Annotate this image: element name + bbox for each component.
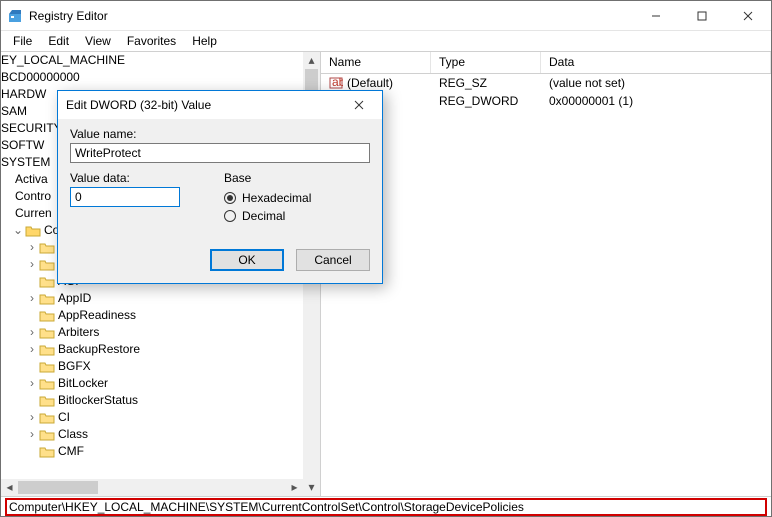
chevron-down-icon[interactable]: ⌄	[11, 222, 25, 239]
folder-icon	[39, 411, 55, 425]
menu-view[interactable]: View	[77, 32, 119, 50]
cancel-button[interactable]: Cancel	[296, 249, 370, 271]
titlebar[interactable]: Registry Editor	[1, 1, 771, 31]
folder-icon	[39, 326, 55, 340]
chevron-right-icon[interactable]: ›	[25, 256, 39, 273]
chevron-right-icon[interactable]: ›	[25, 239, 39, 256]
tree-item[interactable]: BCD00000000	[1, 69, 303, 86]
menu-file[interactable]: File	[5, 32, 40, 50]
column-name[interactable]: Name	[321, 52, 431, 73]
list-header: Name Type Data	[321, 52, 771, 74]
status-path: Computer\HKEY_LOCAL_MACHINE\SYSTEM\Curre…	[9, 500, 524, 514]
svg-text:ab: ab	[332, 76, 343, 89]
value-name-input[interactable]	[70, 143, 370, 163]
close-button[interactable]	[725, 1, 771, 31]
tree-item[interactable]: BitlockerStatus	[1, 392, 303, 409]
value-data: 0x00000001 (1)	[541, 94, 771, 108]
folder-icon	[39, 445, 55, 459]
folder-icon	[39, 360, 55, 374]
list-body: ab (Default) REG_SZ (value not set) ect …	[321, 74, 771, 110]
minimize-button[interactable]	[633, 1, 679, 31]
horizontal-scrollbar[interactable]: ◂ ▸	[1, 479, 303, 496]
values-pane: Name Type Data ab (Default) REG_SZ (valu…	[321, 52, 771, 496]
folder-icon	[39, 343, 55, 357]
tree-item[interactable]: AppReadiness	[1, 307, 303, 324]
folder-icon	[39, 309, 55, 323]
table-row[interactable]: ect REG_DWORD 0x00000001 (1)	[321, 92, 771, 110]
menubar: File Edit View Favorites Help	[1, 31, 771, 51]
folder-icon	[39, 275, 55, 289]
folder-icon	[39, 428, 55, 442]
status-bar: Computer\HKEY_LOCAL_MACHINE\SYSTEM\Curre…	[1, 496, 771, 516]
tree-item[interactable]: ›AppID	[1, 290, 303, 307]
menu-help[interactable]: Help	[184, 32, 225, 50]
label-value-data: Value data:	[70, 171, 200, 185]
chevron-right-icon[interactable]: ›	[25, 290, 39, 307]
ok-button[interactable]: OK	[210, 249, 284, 271]
edit-dword-dialog: Edit DWORD (32-bit) Value Value name: Va…	[57, 90, 383, 284]
folder-open-icon	[25, 224, 41, 238]
menu-favorites[interactable]: Favorites	[119, 32, 184, 50]
value-type: REG_DWORD	[431, 94, 541, 108]
status-path-highlight: Computer\HKEY_LOCAL_MACHINE\SYSTEM\Curre…	[5, 498, 767, 516]
table-row[interactable]: ab (Default) REG_SZ (value not set)	[321, 74, 771, 92]
maximize-button[interactable]	[679, 1, 725, 31]
tree-item[interactable]: ›BackupRestore	[1, 341, 303, 358]
scroll-left-icon[interactable]: ◂	[1, 479, 18, 496]
tree-item[interactable]: ›Class	[1, 426, 303, 443]
radio-selected-icon	[224, 192, 236, 204]
group-base-label: Base	[224, 171, 370, 185]
radio-unselected-icon	[224, 210, 236, 222]
chevron-right-icon[interactable]: ›	[25, 426, 39, 443]
chevron-right-icon[interactable]: ›	[25, 409, 39, 426]
dialog-titlebar[interactable]: Edit DWORD (32-bit) Value	[58, 91, 382, 119]
registry-editor-window: Registry Editor File Edit View Favorites…	[0, 0, 772, 517]
value-data-input[interactable]	[70, 187, 180, 207]
radio-decimal[interactable]: Decimal	[224, 207, 370, 225]
label-value-name: Value name:	[70, 127, 370, 141]
tree-item[interactable]: ›BitLocker	[1, 375, 303, 392]
scroll-up-icon[interactable]: ▴	[303, 52, 320, 69]
radio-hexadecimal[interactable]: Hexadecimal	[224, 189, 370, 207]
scrollbar-thumb[interactable]	[18, 481, 98, 494]
app-icon	[7, 8, 23, 24]
value-data: (value not set)	[541, 76, 771, 90]
column-type[interactable]: Type	[431, 52, 541, 73]
folder-icon	[39, 258, 55, 272]
tree-item[interactable]: BGFX	[1, 358, 303, 375]
chevron-right-icon[interactable]: ›	[25, 375, 39, 392]
value-name: (Default)	[347, 76, 393, 90]
string-value-icon: ab	[329, 76, 343, 90]
chevron-right-icon[interactable]: ›	[25, 341, 39, 358]
folder-icon	[39, 394, 55, 408]
scroll-down-icon[interactable]: ▾	[303, 479, 320, 496]
window-title: Registry Editor	[29, 9, 633, 23]
menu-edit[interactable]: Edit	[40, 32, 77, 50]
value-type: REG_SZ	[431, 76, 541, 90]
folder-icon	[39, 292, 55, 306]
folder-icon	[39, 241, 55, 255]
dialog-title: Edit DWORD (32-bit) Value	[66, 98, 344, 112]
dialog-close-button[interactable]	[344, 91, 374, 119]
column-data[interactable]: Data	[541, 52, 771, 73]
tree-item[interactable]: ›Arbiters	[1, 324, 303, 341]
folder-icon	[39, 377, 55, 391]
scroll-right-icon[interactable]: ▸	[286, 479, 303, 496]
scrollbar-track[interactable]	[18, 479, 286, 496]
chevron-right-icon[interactable]: ›	[25, 324, 39, 341]
tree-item[interactable]: CMF	[1, 443, 303, 460]
tree-item[interactable]: ›CI	[1, 409, 303, 426]
tree-item[interactable]: EY_LOCAL_MACHINE	[1, 52, 303, 69]
